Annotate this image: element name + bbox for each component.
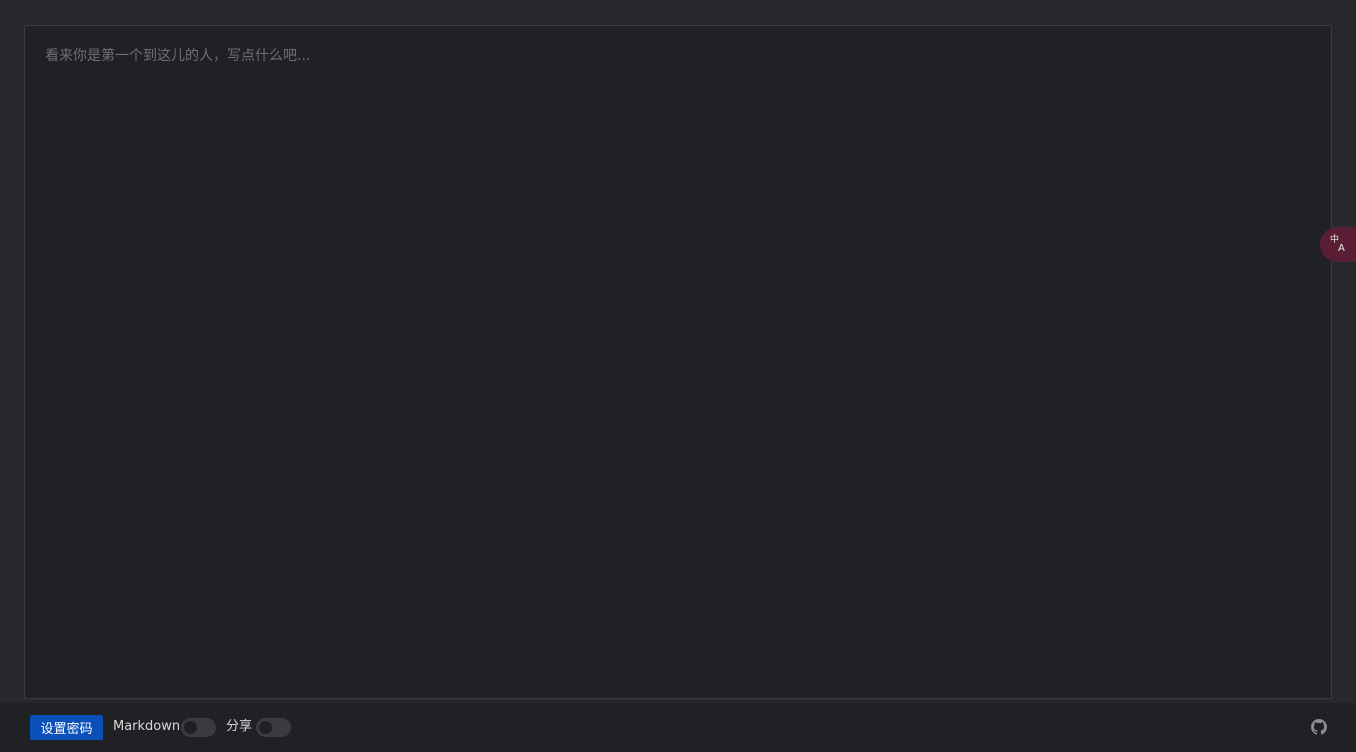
markdown-label: Markdown <box>113 719 181 734</box>
svg-text:A: A <box>1338 243 1345 253</box>
editor-container <box>24 25 1332 699</box>
share-label: 分享 <box>226 719 253 734</box>
toggle-knob <box>184 721 197 734</box>
translate-button[interactable]: 中 A <box>1320 227 1356 262</box>
translate-icon: 中 A <box>1330 233 1350 257</box>
markdown-toggle[interactable] <box>181 718 216 737</box>
set-password-button[interactable]: 设置密码 <box>30 715 103 740</box>
github-icon[interactable] <box>1311 719 1327 735</box>
page: 中 A 设置密码 Markdown 分享 <box>0 0 1356 752</box>
note-editor[interactable] <box>25 26 1331 698</box>
toggle-knob <box>259 721 272 734</box>
footer-toolbar: 设置密码 Markdown 分享 <box>0 703 1356 752</box>
share-toggle[interactable] <box>256 718 291 737</box>
